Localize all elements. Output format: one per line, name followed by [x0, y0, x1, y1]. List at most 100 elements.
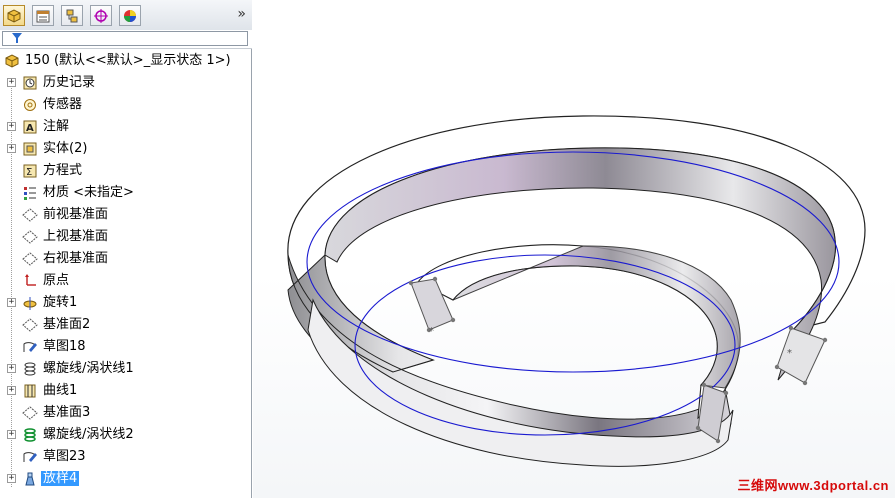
plane-icon [22, 252, 38, 266]
tree-item-text: 原点 [43, 273, 70, 288]
filter-icon[interactable] [11, 32, 23, 44]
expand-toggle[interactable]: + [7, 474, 16, 483]
tree-item[interactable]: 传感器 [0, 94, 252, 116]
revolve-icon [23, 297, 37, 310]
tree-root-part[interactable]: 150 (默认<<默认>_显示状态 1>) [0, 50, 252, 72]
expand-toggle[interactable]: + [7, 430, 16, 439]
tree-item-text: 前视基准面 [43, 207, 109, 222]
tree-item[interactable]: Σ 方程式 [0, 160, 252, 182]
helix-green-icon [24, 428, 36, 442]
history-icon [23, 76, 37, 90]
tree-item-label: 历史记录 [43, 74, 95, 92]
sketch-icon [23, 342, 37, 352]
tree-item-text: 上视基准面 [43, 229, 109, 244]
model-view[interactable]: * * [253, 0, 895, 498]
tree-item-text: 历史记录 [43, 75, 96, 90]
expand-toggle[interactable]: + [7, 298, 16, 307]
tree-item-label: 放样4 [41, 470, 80, 488]
panel-toolbar: » [0, 0, 252, 31]
tree-item-text: 草图23 [43, 449, 86, 464]
plane-icon [22, 406, 38, 420]
tree-item-label: 前视基准面 [43, 206, 108, 224]
tree-item-text: 材质 <未指定> [43, 185, 134, 200]
tree-item-text: 螺旋线/涡状线1 [43, 361, 134, 376]
tree-item-text: 右视基准面 [43, 251, 109, 266]
feature-manager-tab[interactable] [3, 5, 25, 26]
tree-item[interactable]: + A 注解 [0, 116, 252, 138]
tree-item-text: 旋转1 [43, 295, 78, 310]
filter-input[interactable] [2, 31, 248, 46]
tree-item-label: 曲线1 [43, 382, 77, 400]
tree-item-label: 旋转1 [43, 294, 77, 312]
tree-item[interactable]: + 曲线1 [0, 380, 252, 402]
tree-item-text: 放样4 [41, 471, 80, 486]
tree-item[interactable]: + 历史记录 [0, 72, 252, 94]
tree-root-label: 150 (默认<<默认>_显示状态 1>) [25, 53, 231, 68]
tree-item-label: 材质 <未指定> [43, 184, 134, 202]
plane-icon [22, 318, 38, 332]
tree-item-label: 右视基准面 [43, 250, 108, 268]
tree-item-text: 曲线1 [43, 383, 78, 398]
tree-item-label: 草图23 [43, 448, 86, 466]
plane-icon [22, 230, 38, 244]
expand-toggle[interactable]: + [7, 122, 16, 131]
tree-item-label: 原点 [43, 272, 69, 290]
feature-tree-icon [7, 8, 21, 23]
tree-item[interactable]: 材质 <未指定> [0, 182, 252, 204]
tree-item-text: 基准面2 [43, 317, 91, 332]
display-manager-tab[interactable] [119, 5, 141, 26]
end-profile-sketch [776, 327, 826, 384]
tree-item-label: 方程式 [43, 162, 82, 180]
tree-item[interactable]: + 螺旋线/涡状线2 [0, 424, 252, 446]
property-icon [36, 10, 50, 22]
tree-item-label: 草图18 [43, 338, 86, 356]
tree-item[interactable]: 原点 [0, 270, 252, 292]
curve-icon [24, 384, 36, 398]
tree-item[interactable]: 右视基准面 [0, 248, 252, 270]
tree-item-label: 传感器 [43, 96, 82, 114]
tree-item-text: 基准面3 [43, 405, 91, 420]
svg-text:*: * [787, 348, 792, 359]
part-icon [5, 54, 19, 68]
expand-toggle[interactable]: + [7, 78, 16, 87]
tree-item-text: 方程式 [43, 163, 83, 178]
more-tabs-button[interactable]: » [237, 6, 246, 22]
material-icon [24, 187, 36, 200]
helix-icon [24, 362, 36, 376]
tree-item-text: 传感器 [43, 97, 83, 112]
solid-bodies-icon [23, 142, 37, 156]
tree-item[interactable]: 前视基准面 [0, 204, 252, 226]
svg-text:*: * [429, 326, 434, 337]
tree-item[interactable]: + 旋转1 [0, 292, 252, 314]
dimxpert-tab[interactable] [90, 5, 112, 26]
tree-item[interactable]: + 螺旋线/涡状线1 [0, 358, 252, 380]
property-manager-tab[interactable] [32, 5, 54, 26]
tree-item-text: 注解 [43, 119, 70, 134]
sensor-icon [24, 99, 36, 111]
tree-item-label: 螺旋线/涡状线2 [43, 426, 134, 444]
tree-item[interactable]: 上视基准面 [0, 226, 252, 248]
expand-toggle[interactable]: + [7, 386, 16, 395]
annotation-icon: A [23, 120, 37, 134]
svg-text:A: A [26, 123, 34, 134]
tree-item-label: 上视基准面 [43, 228, 108, 246]
expand-toggle[interactable]: + [7, 144, 16, 153]
expand-toggle[interactable]: + [7, 364, 16, 373]
tree-item-text: 草图18 [43, 339, 86, 354]
tree-item[interactable]: 基准面3 [0, 402, 252, 424]
tree-item-label: 基准面2 [43, 316, 90, 334]
plane-icon [22, 208, 38, 222]
equations-icon: Σ [23, 164, 37, 178]
tree-item[interactable]: 基准面2 [0, 314, 252, 336]
tree-item[interactable]: 草图23 [0, 446, 252, 468]
svg-text:Σ: Σ [26, 167, 32, 178]
tree-item[interactable]: + 放样4 [0, 468, 252, 490]
tree-item[interactable]: + 实体(2) [0, 138, 252, 160]
configuration-manager-tab[interactable] [61, 5, 83, 26]
graphics-viewport[interactable]: * * 三维网www.3dportal.cn [253, 0, 895, 498]
loft-icon [25, 472, 35, 486]
configuration-icon [66, 9, 78, 22]
tree-item-label: 螺旋线/涡状线1 [43, 360, 134, 378]
tree-item[interactable]: 草图18 [0, 336, 252, 358]
appearance-icon [124, 9, 136, 22]
